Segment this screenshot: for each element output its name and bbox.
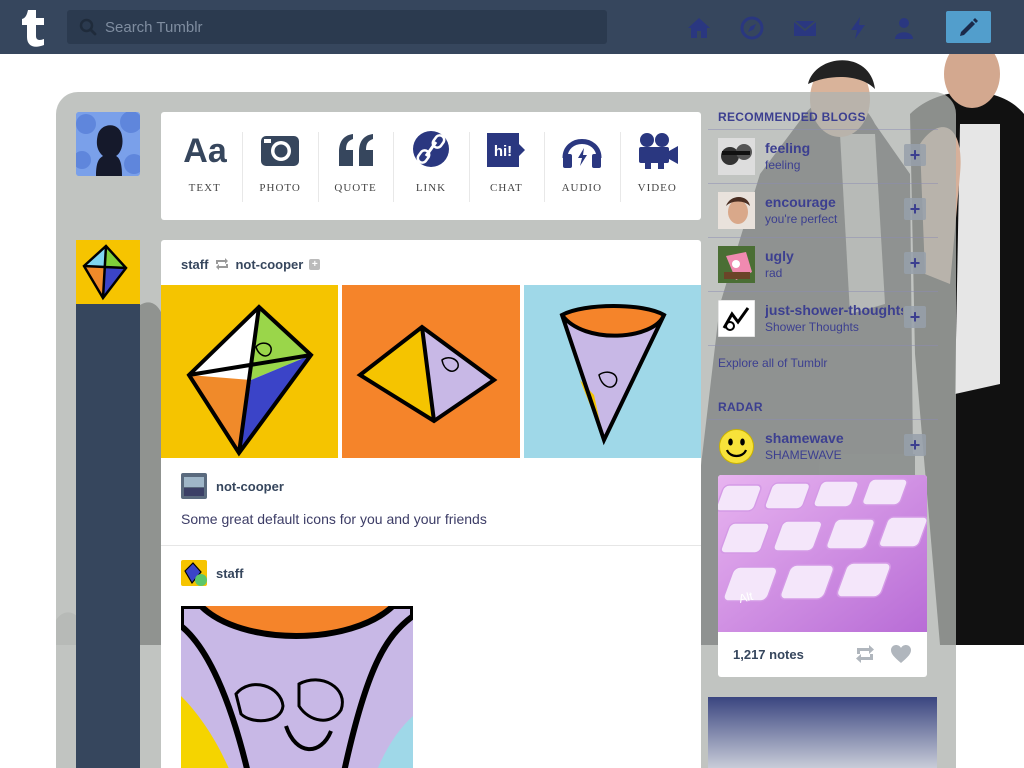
reblog-entry-header: not-cooper [181, 473, 284, 499]
photo-kite-yellow[interactable] [161, 285, 338, 458]
post-type-label: CHAT [490, 182, 523, 194]
blog-avatar[interactable] [718, 300, 755, 337]
post-type-audio[interactable]: AUDIO [544, 112, 619, 220]
blog-avatar[interactable] [718, 192, 755, 229]
radar-title: RADAR [708, 398, 938, 420]
post-caption: Some great default icons for you and you… [181, 511, 487, 527]
post-type-chat[interactable]: hi! CHAT [468, 112, 544, 220]
text-icon: Aa [183, 132, 228, 170]
reblog-icon [216, 258, 229, 270]
reblog-divider [161, 545, 701, 546]
radar-blog-title: SHAMEWAVE [765, 448, 842, 462]
search-icon [79, 18, 97, 36]
follow-button[interactable]: + [904, 434, 926, 456]
radar-blog-name[interactable]: shamewave [765, 430, 844, 446]
tumblr-logo[interactable] [14, 6, 54, 48]
post-author-link[interactable]: staff [181, 257, 208, 272]
reblog-blog-name[interactable]: staff [216, 566, 243, 581]
staff-small-avatar[interactable] [181, 560, 207, 586]
reblog-trail-header: staff not-cooper + [181, 256, 321, 272]
blog-name[interactable]: ugly [765, 248, 794, 264]
post-type-label: PHOTO [259, 182, 301, 194]
staff-avatar[interactable] [76, 240, 140, 304]
post-type-label: LINK [415, 182, 447, 194]
notes-count[interactable]: 1,217 notes [733, 647, 804, 662]
video-camera-icon [639, 133, 679, 169]
heart-icon[interactable] [890, 644, 912, 664]
blog-title: feeling [765, 158, 801, 172]
post-type-photo[interactable]: PHOTO [242, 112, 317, 220]
account-icon[interactable] [891, 15, 917, 41]
post-type-label: AUDIO [561, 182, 603, 194]
svg-text:Aa: Aa [183, 132, 228, 170]
search-input[interactable] [105, 10, 595, 44]
svg-text:hi!: hi! [494, 143, 512, 160]
post-type-label: QUOTE [334, 182, 377, 194]
blog-name[interactable]: encourage [765, 194, 836, 210]
radar-blog-avatar[interactable] [718, 428, 755, 465]
photo-kite-orange[interactable] [342, 285, 520, 458]
right-sidebar: RECOMMENDED BLOGS feeling feeling + enco… [708, 108, 938, 677]
activity-icon[interactable] [845, 15, 871, 41]
recommended-blog-row[interactable]: just-shower-thoughts Shower Thoughts + [708, 292, 938, 346]
blog-avatar[interactable] [718, 246, 755, 283]
radar-blog-row[interactable]: shamewave SHAMEWAVE + [708, 420, 938, 474]
follow-button[interactable]: + [904, 144, 926, 166]
photo-kite-blue[interactable] [524, 285, 701, 458]
blog-title: Shower Thoughts [765, 320, 859, 334]
blog-name[interactable]: feeling [765, 140, 810, 156]
home-icon[interactable] [686, 15, 712, 41]
chat-icon: hi! [487, 133, 526, 167]
post-image-large[interactable] [181, 606, 413, 768]
post-type-label: VIDEO [637, 182, 677, 194]
blog-title: you're perfect [765, 212, 838, 226]
search-bar[interactable] [67, 10, 607, 44]
follow-button[interactable]: + [904, 198, 926, 220]
recommended-blog-row[interactable]: ugly rad + [708, 238, 938, 292]
post-type-quote[interactable]: QUOTE [317, 112, 393, 220]
dashboard-post: staff not-cooper + not-cooper Some great… [161, 240, 701, 768]
radar-post-image[interactable]: Alt [718, 475, 927, 632]
explore-all-link[interactable]: Explore all of Tumblr [708, 356, 938, 370]
explore-icon[interactable] [739, 15, 765, 41]
reblogged-from-link[interactable]: not-cooper [235, 257, 303, 272]
radar-post-card[interactable]: Alt 1,217 notes [718, 475, 927, 677]
reblog-icon[interactable] [854, 645, 876, 663]
post-type-video[interactable]: VIDEO [619, 112, 695, 220]
follow-button[interactable]: + [904, 252, 926, 274]
reblog-entry-header: staff [181, 560, 243, 586]
quote-icon [338, 134, 373, 166]
link-icon [412, 131, 449, 167]
post-type-selector: Aa TEXT PHOTO QUOTE LINK hi! CHAT AUDIO … [161, 112, 701, 220]
photoset [161, 285, 701, 458]
blog-title: rad [765, 266, 783, 280]
follow-small-button[interactable]: + [309, 258, 321, 270]
inbox-icon[interactable] [792, 15, 818, 41]
post-type-label: TEXT [188, 182, 221, 194]
recommended-blog-row[interactable]: encourage you're perfect + [708, 184, 938, 238]
recommended-blogs-title: RECOMMENDED BLOGS [708, 108, 938, 130]
post-author-column [76, 240, 140, 768]
recommended-blog-row[interactable]: feeling feeling + [708, 130, 938, 184]
reblog-blog-name[interactable]: not-cooper [216, 479, 284, 494]
user-avatar[interactable] [76, 112, 140, 176]
blog-avatar[interactable] [718, 138, 755, 175]
top-navigation-bar [0, 0, 1024, 54]
blog-name[interactable]: just-shower-thoughts [765, 302, 903, 318]
post-type-text[interactable]: Aa TEXT [167, 112, 242, 220]
compose-button[interactable] [946, 11, 991, 43]
follow-button[interactable]: + [904, 306, 926, 328]
post-type-link[interactable]: LINK [393, 112, 468, 220]
camera-icon [261, 136, 300, 166]
headphones-icon [562, 139, 602, 168]
not-cooper-avatar[interactable] [181, 473, 207, 499]
sidebar-footer-gradient [708, 697, 937, 768]
pencil-icon [960, 18, 978, 36]
